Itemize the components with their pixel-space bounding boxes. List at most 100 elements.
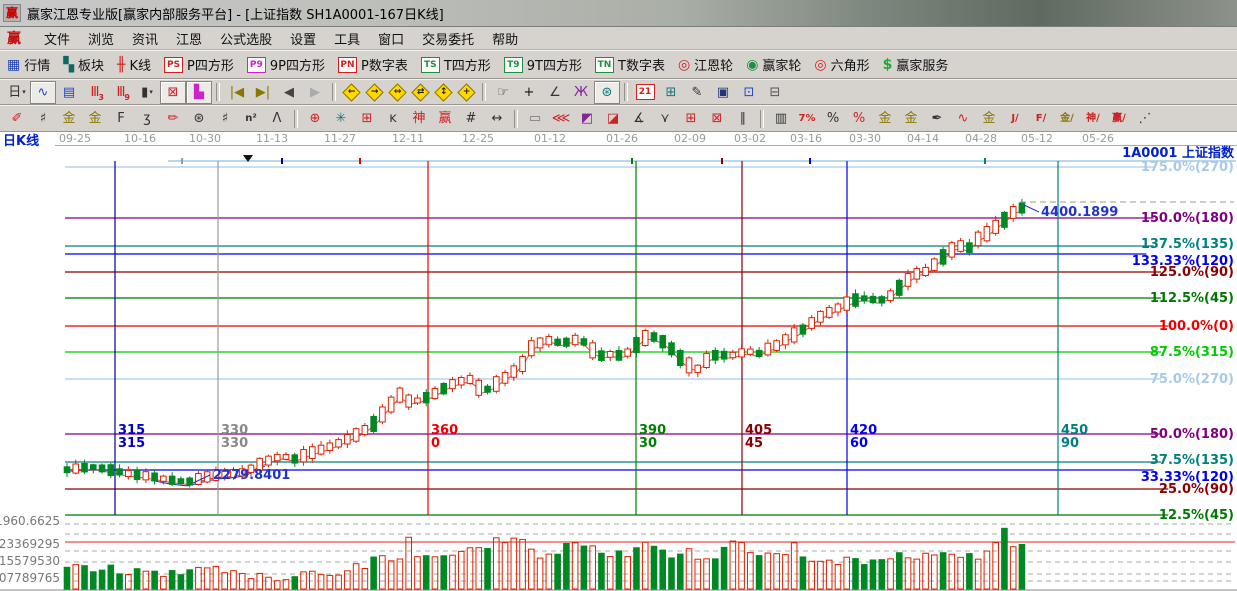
tb1-t-square-button[interactable]: TST四方形 <box>418 54 494 75</box>
tb2-page-prev-button[interactable]: ◀ <box>276 81 302 104</box>
tb2-net-view-button[interactable]: ⊡ <box>736 81 762 104</box>
tb3-fan-lines-button[interactable]: ⋘ <box>548 107 574 130</box>
tb3-f-angle-button[interactable]: F∕ <box>1028 107 1054 130</box>
tb2-shift-right-button[interactable]: → <box>365 83 383 101</box>
tb1-kline-button[interactable]: ╫K线 <box>114 54 154 75</box>
menu-item-8[interactable]: 交易委托 <box>413 31 483 50</box>
tb3-brush-button[interactable]: ✏ <box>160 107 186 130</box>
menu-item-1[interactable]: 浏览 <box>79 31 123 50</box>
tb2-info-note-button[interactable]: ▤ <box>56 81 82 104</box>
tb3-boxed-fan-2-button[interactable]: ◪ <box>600 107 626 130</box>
tb1-p-square-button[interactable]: PSP四方形 <box>161 54 237 75</box>
menu-item-7[interactable]: 窗口 <box>369 31 413 50</box>
tb2-zoom-all-button[interactable]: + <box>457 83 475 101</box>
tb3-boxed-web-button[interactable]: ⊞ <box>354 107 380 130</box>
tb2-page-next-button[interactable]: ▶ <box>302 81 328 104</box>
tb3-red-grid-boxed-button[interactable]: ⊠ <box>704 107 730 130</box>
tb3-boxed-fan-1-button[interactable]: ◩ <box>574 107 600 130</box>
tb3-ying-tool-button[interactable]: 赢 <box>432 107 458 130</box>
tb3-diagonal-marks-button[interactable]: ⋰ <box>1132 107 1158 130</box>
tb3-grid-lines-2-button[interactable]: ♯ <box>212 107 238 130</box>
tb3-ink-tool-button[interactable]: ✒ <box>924 107 950 130</box>
tb2-save-button[interactable]: ▣ <box>710 81 736 104</box>
tb2-gann-wheel-tool-button[interactable]: ⊛ <box>594 81 620 104</box>
tb3-gold-section-2-button[interactable]: 金 <box>82 107 108 130</box>
tb1-winner-wheel-button[interactable]: ◉赢家轮 <box>743 54 804 75</box>
tb2-period-day-button[interactable]: 日▾ <box>4 81 30 104</box>
tb3-gold-circle-button[interactable]: 金 <box>872 107 898 130</box>
tb2-first-page-button[interactable]: |◀ <box>224 81 250 104</box>
tb3-red-grid-button[interactable]: ⊞ <box>678 107 704 130</box>
tb3-v-marks-button[interactable]: ⋎ <box>652 107 678 130</box>
candle-body <box>686 358 692 373</box>
tb1-gann-wheel-button[interactable]: ◎江恩轮 <box>675 54 736 75</box>
tb1-9t-square-button[interactable]: T99T四方形 <box>501 54 585 75</box>
tb3-parallel-lines-button[interactable]: ∥ <box>730 107 756 130</box>
tb1-t-number-table-button[interactable]: TNT数字表 <box>592 54 668 75</box>
tb2-memo-button[interactable]: ✎ <box>684 81 710 104</box>
tb3-span-arrows-button[interactable]: ↔ <box>484 107 510 130</box>
tb2-trade-terminal-button[interactable]: ⊟ <box>762 81 788 104</box>
tb3-fibonacci-button[interactable]: F <box>108 107 134 130</box>
tb3-angle-a-button[interactable]: Λ <box>264 107 290 130</box>
tb3-percent-7-button[interactable]: 7% <box>794 107 820 130</box>
menu-item-2[interactable]: 资讯 <box>123 31 167 50</box>
tb2-zoom-h-button[interactable]: ↔ <box>388 83 406 101</box>
menu-item-0[interactable]: 文件 <box>35 31 79 50</box>
menu-item-4[interactable]: 公式选股 <box>211 31 281 50</box>
menu-item-3[interactable]: 江恩 <box>167 31 211 50</box>
candle-body <box>520 356 526 371</box>
tb3-n-square-button[interactable]: n² <box>238 107 264 130</box>
date-tick-11-13: 11-13 <box>256 132 288 145</box>
tb3-k-wave-button[interactable]: ĸ <box>380 107 406 130</box>
tb2-calculator-button[interactable]: ⊞ <box>658 81 684 104</box>
tb1-sectors-button[interactable]: ▚板块 <box>60 54 107 75</box>
tb2-bars-3-button[interactable]: Ⅲ3 <box>82 81 108 104</box>
tb1-market-quotes-button[interactable]: ▦行情 <box>4 54 53 75</box>
tb2-zoom-v-button[interactable]: ↕ <box>434 83 452 101</box>
tb3-box-select-button[interactable]: ▭ <box>522 107 548 130</box>
tb2-trend-curve-button[interactable]: ∿ <box>30 81 56 104</box>
tb2-angle-measure-button[interactable]: ∠ <box>542 81 568 104</box>
tb3-j-angle-button[interactable]: J∕ <box>1002 107 1028 130</box>
tb3-bar-scale-button[interactable]: ▥ <box>768 107 794 130</box>
menu-item-9[interactable]: 帮助 <box>483 31 527 50</box>
tb2-shift-left-button[interactable]: ← <box>342 83 360 101</box>
tb3-ruler-123-button[interactable]: # <box>458 107 484 130</box>
tb3-grid-lines-button[interactable]: ♯ <box>30 107 56 130</box>
tb2-figure-box-button[interactable]: ⊠ <box>160 81 186 104</box>
tb3-pencil-button[interactable]: ✐ <box>4 107 30 130</box>
tb2-calendar-button[interactable]: 21 <box>632 81 658 104</box>
tb3-angle-lines-button[interactable]: ∡ <box>626 107 652 130</box>
tb2-color-histogram-button[interactable]: ▙ <box>186 81 212 104</box>
tb3-wave-percent-button[interactable]: ∿ <box>950 107 976 130</box>
tb3-spiral-button[interactable]: ʒ <box>134 107 160 130</box>
tb3-cycle-circle-button[interactable]: ⊛ <box>186 107 212 130</box>
tb2-pan-hand-button[interactable]: ☞ <box>490 81 516 104</box>
tb3-percent-lines-button[interactable]: % <box>846 107 872 130</box>
menu-item-6[interactable]: 工具 <box>325 31 369 50</box>
tb1-winner-service-button[interactable]: $赢家服务 <box>880 54 952 75</box>
tb1-hexagon-button[interactable]: ◎六角形 <box>811 54 872 75</box>
tb3-percent-button[interactable]: % <box>820 107 846 130</box>
tb2-swap-h-button[interactable]: ⇄ <box>411 83 429 101</box>
tb3-shen-tool-button[interactable]: 神 <box>406 107 432 130</box>
tb3-gold-angle-0-button[interactable]: 金 <box>976 107 1002 130</box>
tb2-candle-style-button[interactable]: ▮▾ <box>134 81 160 104</box>
tb2-gann-flower-button[interactable]: Ж <box>568 81 594 104</box>
tb1-p-number-table-button[interactable]: PNP数字表 <box>335 54 411 75</box>
tb2-last-page-button[interactable]: ▶| <box>250 81 276 104</box>
menu-item-5[interactable]: 设置 <box>281 31 325 50</box>
title-bar[interactable]: 赢 赢家江恩专业版[赢家内部服务平台] - [上证指数 SH1A0001-167… <box>0 0 1237 27</box>
chart-area[interactable]: 09-2510-1610-3011-1311-2712-1112-2501-12… <box>0 132 1237 591</box>
tb3-shen-angle-button[interactable]: 神∕ <box>1080 107 1106 130</box>
tb3-spider-web-button[interactable]: ✳ <box>328 107 354 130</box>
tb3-gold-angle-button[interactable]: 金∕ <box>1054 107 1080 130</box>
tb3-ying-angle-button[interactable]: 赢∕ <box>1106 107 1132 130</box>
tb3-gold-section-1-button[interactable]: 金 <box>56 107 82 130</box>
tb3-compass-button[interactable]: ⊕ <box>302 107 328 130</box>
tb1-9p-square-button[interactable]: P99P四方形 <box>244 54 328 75</box>
tb3-gold-lines-button[interactable]: 金 <box>898 107 924 130</box>
tb2-bars-9-button[interactable]: Ⅲ9 <box>108 81 134 104</box>
tb2-crosshair-button[interactable]: + <box>516 81 542 104</box>
